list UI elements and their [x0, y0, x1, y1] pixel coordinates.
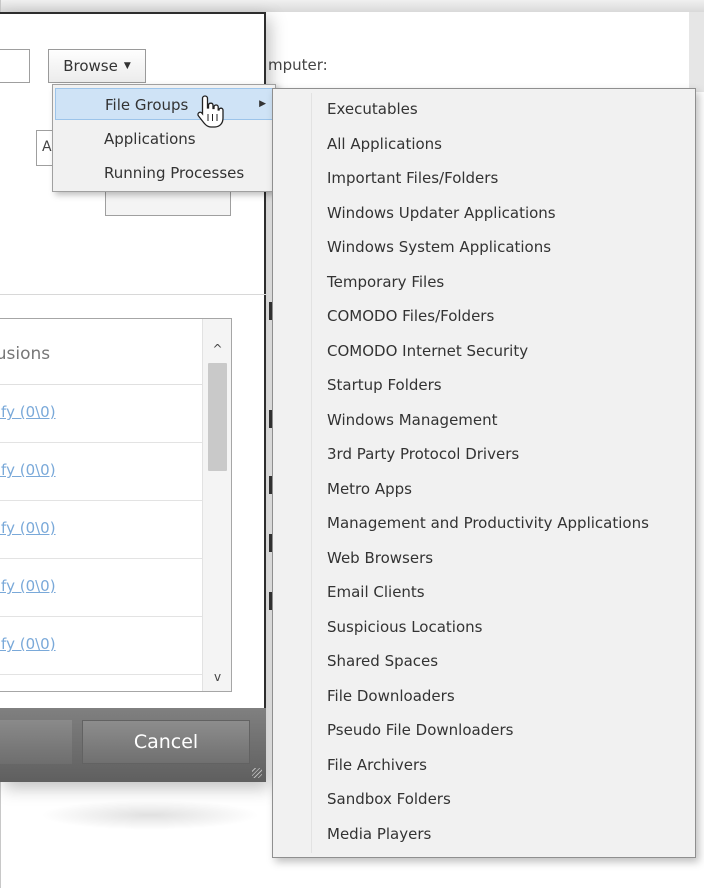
list-item: tify (0\0): [0, 559, 202, 617]
submenu-item[interactable]: Media Players: [275, 818, 693, 852]
file-groups-submenu: Executables All Applications Important F…: [272, 88, 696, 858]
browse-button[interactable]: Browse ▼: [48, 49, 146, 83]
submenu-item[interactable]: Executables: [275, 93, 693, 127]
submenu-item[interactable]: Windows System Applications: [275, 231, 693, 265]
submenu-item[interactable]: 3rd Party Protocol Drivers: [275, 438, 693, 472]
submenu-item[interactable]: Sandbox Folders: [275, 783, 693, 817]
submenu-item[interactable]: Startup Folders: [275, 369, 693, 403]
submenu-item[interactable]: File Downloaders: [275, 680, 693, 714]
submenu-item[interactable]: Shared Spaces: [275, 645, 693, 679]
menu-item-label: File Groups: [105, 96, 189, 114]
window-shadow: [40, 800, 260, 830]
browse-button-label: Browse: [63, 57, 118, 75]
list-item: tify (0\0): [0, 617, 202, 675]
scroll-down-icon[interactable]: v: [203, 663, 231, 691]
background-label: mputer:: [268, 56, 328, 74]
submenu-item[interactable]: Web Browsers: [275, 542, 693, 576]
hand-cursor-icon: [197, 95, 224, 128]
scroll-thumb[interactable]: [208, 363, 227, 471]
background-title-bar: [1, 0, 704, 12]
submenu-item[interactable]: All Applications: [275, 128, 693, 162]
cancel-button[interactable]: Cancel: [82, 720, 250, 764]
submenu-item[interactable]: Pseudo File Downloaders: [275, 714, 693, 748]
browse-menu: File Groups ▶ Applications Running Proce…: [52, 84, 276, 192]
list-item-link[interactable]: tify (0\0): [0, 519, 56, 537]
submenu-item[interactable]: Temporary Files: [275, 266, 693, 300]
menu-item-running-processes[interactable]: Running Processes: [55, 157, 273, 189]
list-item-link[interactable]: tify (0\0): [0, 635, 56, 653]
path-input[interactable]: [0, 49, 30, 83]
submenu-item[interactable]: Windows Management: [275, 404, 693, 438]
list-item-link[interactable]: tify (0\0): [0, 461, 56, 479]
scroll-up-icon[interactable]: ^: [203, 335, 231, 363]
submenu-item[interactable]: Windows Updater Applications: [275, 197, 693, 231]
chevron-down-icon: ▼: [123, 61, 131, 71]
list-item: tify (0\0): [0, 443, 202, 501]
dialog-footer: Cancel: [0, 708, 266, 782]
menu-item-label: Applications: [104, 130, 196, 148]
exclusions-list: lusions tify (0\0) tify (0\0) tify (0\0)…: [0, 318, 232, 692]
ok-button[interactable]: [0, 720, 72, 764]
submenu-item[interactable]: Management and Productivity Applications: [275, 507, 693, 541]
secondary-input-text: A: [42, 139, 52, 155]
menu-item-applications[interactable]: Applications: [55, 123, 273, 155]
submenu-item[interactable]: File Archivers: [275, 749, 693, 783]
submenu-item[interactable]: Email Clients: [275, 576, 693, 610]
resize-grip-icon[interactable]: [252, 768, 262, 778]
list-item: tify (0\0): [0, 501, 202, 559]
list-scrollbar[interactable]: ^ v: [202, 319, 231, 691]
divider: [0, 294, 266, 295]
submenu-item[interactable]: Metro Apps: [275, 473, 693, 507]
submenu-item[interactable]: Suspicious Locations: [275, 611, 693, 645]
list-item: tify (0\0): [0, 385, 202, 443]
submenu-item[interactable]: Important Files/Folders: [275, 162, 693, 196]
submenu-item[interactable]: COMODO Files/Folders: [275, 300, 693, 334]
list-item-link[interactable]: tify (0\0): [0, 577, 56, 595]
menu-item-label: Running Processes: [104, 164, 245, 182]
list-header: lusions: [0, 319, 202, 385]
dialog-top-border: [0, 12, 266, 14]
background-scroll-strip: [689, 12, 704, 92]
menu-item-file-groups[interactable]: File Groups ▶: [55, 88, 273, 120]
submenu-item[interactable]: COMODO Internet Security: [275, 335, 693, 369]
chevron-right-icon: ▶: [259, 99, 266, 109]
list-item-link[interactable]: tify (0\0): [0, 403, 56, 421]
